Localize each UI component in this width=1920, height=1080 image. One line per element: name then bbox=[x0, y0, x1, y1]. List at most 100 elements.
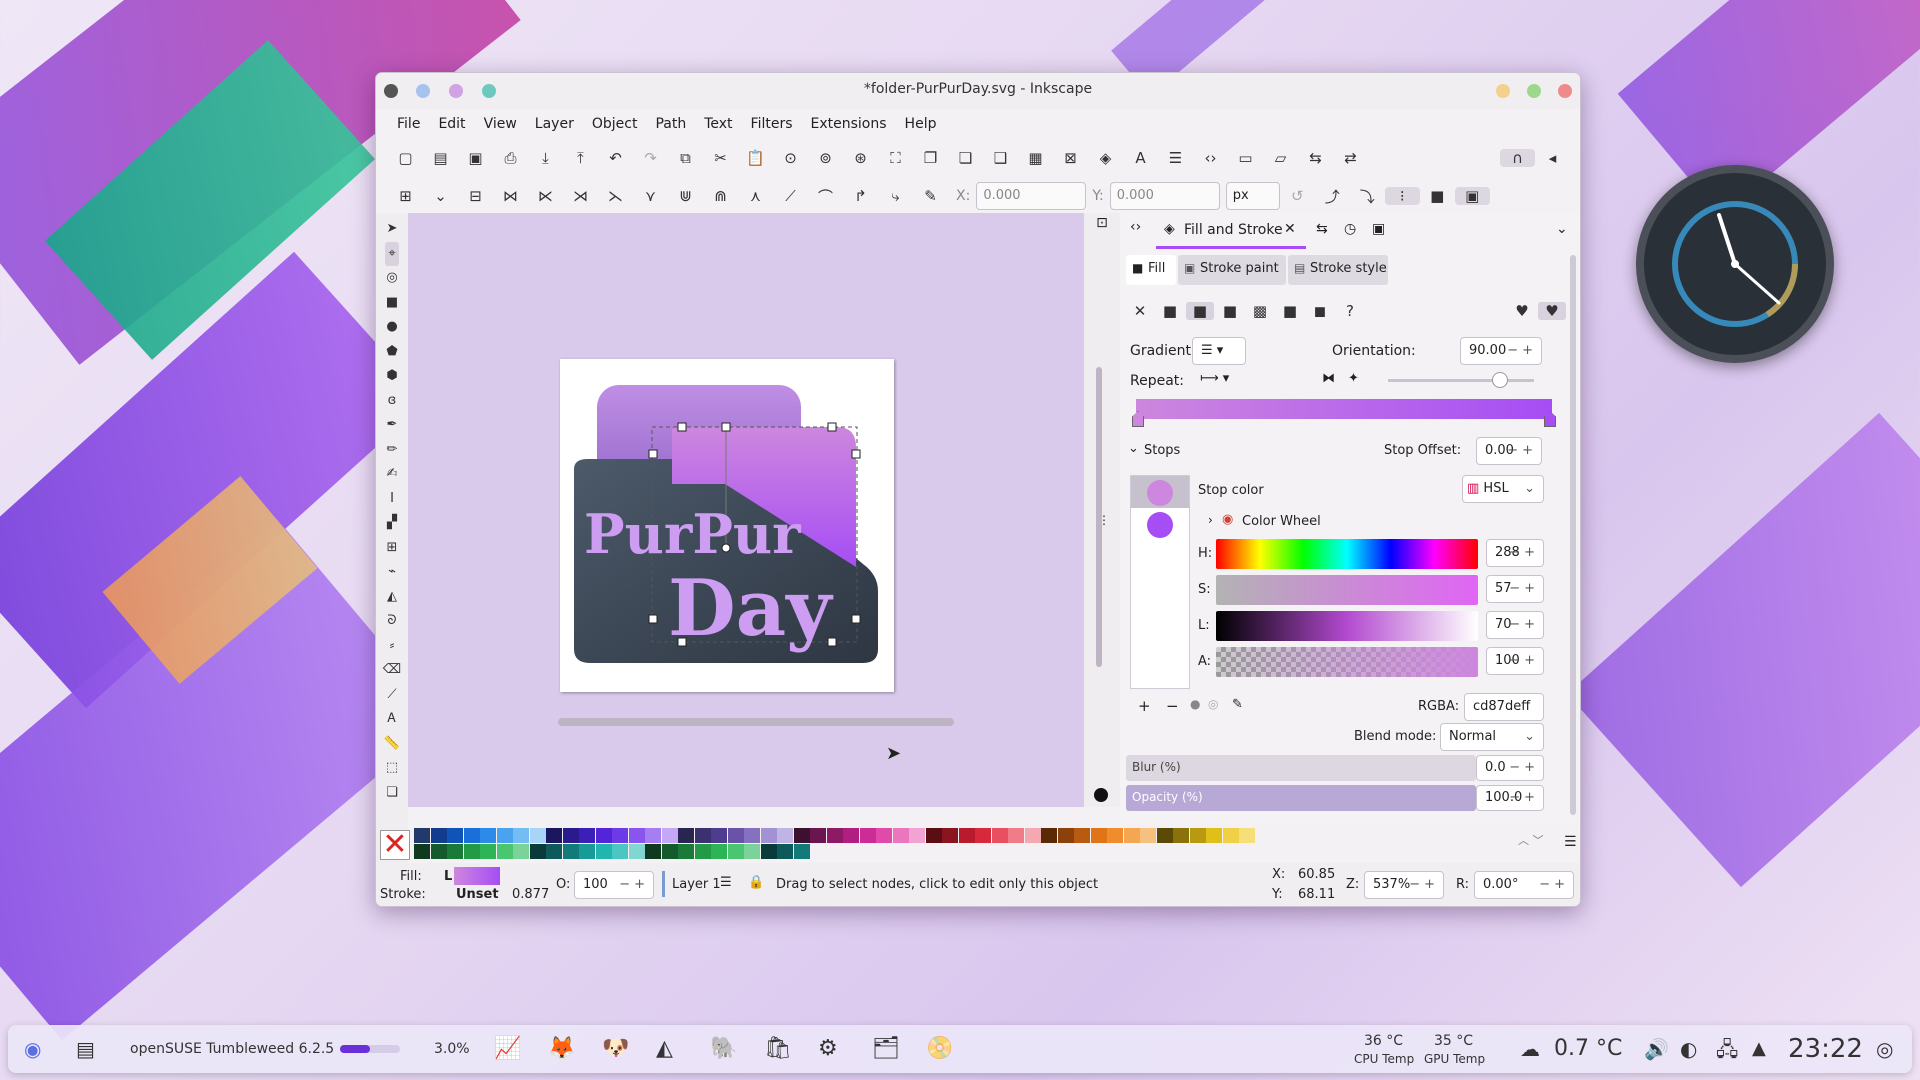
flat-color-icon[interactable]: ■ bbox=[1156, 302, 1184, 320]
document-properties-icon[interactable]: ▭ bbox=[1228, 149, 1263, 167]
palette-swatch[interactable] bbox=[876, 828, 892, 843]
blur-slider[interactable]: Blur (%) bbox=[1126, 755, 1476, 781]
pages-tool-icon[interactable]: ❏ bbox=[386, 781, 398, 806]
mastodon-icon[interactable]: 🐘 bbox=[710, 1025, 737, 1073]
layer-menu-icon[interactable]: ☰ bbox=[720, 875, 732, 890]
duplicate-icon[interactable]: ❐ bbox=[913, 149, 948, 167]
palette-swatch[interactable] bbox=[711, 844, 727, 859]
palette-swatch[interactable] bbox=[678, 828, 694, 843]
reverse-gradient-icon[interactable]: ⧓ bbox=[1322, 371, 1335, 386]
menu-file[interactable]: File bbox=[388, 116, 429, 132]
horizontal-scrollbar[interactable] bbox=[558, 718, 954, 726]
palette-swatch[interactable] bbox=[1123, 828, 1140, 843]
stop-offset-input[interactable]: 0.00 −+ bbox=[1476, 437, 1542, 465]
stop-swatch-2[interactable] bbox=[1147, 512, 1173, 538]
rgba-input[interactable]: cd87deff bbox=[1464, 693, 1544, 721]
blend-mode-select[interactable]: Normal ⌄ bbox=[1440, 723, 1544, 751]
open-document-icon[interactable]: ▤ bbox=[423, 149, 458, 167]
angle-slider-knob[interactable] bbox=[1492, 372, 1508, 388]
snap-toggle-icon[interactable]: ∩ bbox=[1500, 149, 1535, 167]
eraser-tool-icon[interactable]: ⌫ bbox=[383, 658, 401, 683]
store-icon[interactable]: 🛍 bbox=[764, 1025, 792, 1073]
show-desktop-icon[interactable]: ◎ bbox=[1876, 1025, 1893, 1073]
redo-icon[interactable]: ↷ bbox=[633, 149, 668, 167]
stop-row-selected[interactable] bbox=[1131, 476, 1189, 508]
palette-swatch[interactable] bbox=[1222, 828, 1239, 843]
alpha-stepper[interactable]: −+ bbox=[1509, 648, 1539, 674]
object-opacity-input[interactable]: 100 −+ bbox=[574, 871, 654, 899]
palette-swatch[interactable] bbox=[430, 844, 447, 859]
spray-can-icon[interactable]: ⸗ bbox=[390, 634, 394, 659]
show-transform-handles-icon[interactable]: ↺ bbox=[1280, 187, 1315, 205]
palette-swatch[interactable] bbox=[1057, 828, 1074, 843]
palette-swatches[interactable] bbox=[414, 828, 1526, 860]
dock-handle-icon[interactable]: ⋮ bbox=[1098, 513, 1110, 527]
cut-icon[interactable]: ✂ bbox=[703, 149, 738, 167]
palette-swatch[interactable] bbox=[975, 828, 991, 843]
segment-line-icon[interactable]: ⟋ bbox=[773, 187, 808, 205]
spiral-tool-icon[interactable]: ɞ bbox=[388, 389, 397, 414]
palette-swatch[interactable] bbox=[892, 828, 909, 843]
palette-swatch[interactable] bbox=[645, 844, 661, 859]
palette-swatch[interactable] bbox=[958, 828, 975, 843]
saturation-stepper[interactable]: −+ bbox=[1509, 576, 1539, 602]
new-document-icon[interactable]: ▢ bbox=[388, 149, 423, 167]
palette-swatch[interactable] bbox=[678, 844, 694, 859]
saturation-slider[interactable] bbox=[1216, 575, 1478, 605]
join-nodes-icon[interactable]: ⋈ bbox=[493, 187, 528, 205]
stop-offset-stepper[interactable]: −+ bbox=[1507, 438, 1537, 464]
stroke-width-value[interactable]: 0.877 bbox=[512, 887, 549, 902]
fill-stroke-tab[interactable]: ◈ Fill and Stroke ✕ bbox=[1156, 213, 1306, 249]
palette-swatch[interactable] bbox=[793, 844, 810, 859]
palette-swatch[interactable] bbox=[496, 844, 513, 859]
palette-swatch[interactable] bbox=[447, 828, 463, 843]
palette-swatch[interactable] bbox=[645, 828, 661, 843]
palette-swatch[interactable] bbox=[991, 828, 1008, 843]
palette-swatch[interactable] bbox=[1024, 828, 1041, 843]
save-icon[interactable]: ▣ bbox=[458, 149, 493, 167]
palette-swatch[interactable] bbox=[513, 828, 529, 843]
opacity-input[interactable]: 100.0 −+ bbox=[1476, 785, 1544, 811]
palette-swatch[interactable] bbox=[1173, 828, 1189, 843]
palette-swatch[interactable] bbox=[694, 828, 711, 843]
insert-node-icon[interactable]: ⊞ bbox=[388, 187, 423, 205]
palette-swatch[interactable] bbox=[1008, 828, 1024, 843]
menu-text[interactable]: Text bbox=[695, 116, 741, 132]
close-tab-icon[interactable]: ✕ bbox=[1284, 221, 1296, 237]
show-bbox-icon[interactable]: ▣ bbox=[1454, 187, 1490, 205]
layer-lock-icon[interactable]: 🔒 bbox=[748, 875, 764, 890]
connector-tool-icon[interactable]: ⟋ bbox=[387, 683, 396, 708]
remove-stop-button[interactable]: − bbox=[1166, 697, 1179, 715]
palette-swatch[interactable] bbox=[612, 844, 628, 859]
node-tool-icon[interactable]: ⌖ bbox=[385, 241, 399, 266]
zoom-tool-icon[interactable]: ⬚ bbox=[386, 756, 398, 781]
ungroup-icon[interactable]: ⊠ bbox=[1053, 149, 1088, 167]
palette-swatch[interactable] bbox=[727, 844, 744, 859]
palette-swatch[interactable] bbox=[546, 844, 562, 859]
palette-swatch[interactable] bbox=[1074, 828, 1090, 843]
menu-layer[interactable]: Layer bbox=[526, 116, 583, 132]
palette-swatch[interactable] bbox=[496, 828, 513, 843]
align-icon[interactable]: ⇆ bbox=[1298, 149, 1333, 167]
cusp-node-icon[interactable]: ⋎ bbox=[633, 187, 668, 205]
star-tool-icon[interactable]: ⬟ bbox=[386, 340, 397, 365]
stroke-to-path-icon[interactable]: ⤷ bbox=[878, 187, 913, 205]
palette-swatch[interactable] bbox=[562, 844, 579, 859]
gradient-preview-bar[interactable] bbox=[1136, 399, 1552, 419]
mesh-gradient-icon[interactable]: ▩ bbox=[1246, 302, 1274, 320]
orientation-stepper[interactable]: −+ bbox=[1507, 338, 1537, 364]
rotation-stepper[interactable]: −+ bbox=[1539, 872, 1569, 898]
measure-tool-icon[interactable]: 📏 bbox=[384, 732, 400, 757]
palette-menu-icon[interactable]: ☰ bbox=[1564, 834, 1577, 850]
palette-swatch[interactable] bbox=[727, 828, 744, 843]
selector-tool-icon[interactable]: ➤ bbox=[387, 217, 398, 242]
preferences-icon[interactable]: ▱ bbox=[1263, 149, 1298, 167]
linear-gradient-icon[interactable]: ■ bbox=[1186, 302, 1214, 320]
zoom-input[interactable]: 537% −+ bbox=[1364, 871, 1444, 899]
radial-gradient-icon[interactable]: ■ bbox=[1216, 302, 1244, 320]
add-stop-icon[interactable]: ✦ bbox=[1348, 371, 1359, 386]
dock-transform-tab-icon[interactable]: ⇆ bbox=[1316, 221, 1328, 237]
palette-swatch[interactable] bbox=[744, 844, 760, 859]
network-icon[interactable]: 🖧 bbox=[1716, 1025, 1738, 1073]
dock-history-tab-icon[interactable]: ◷ bbox=[1344, 221, 1356, 237]
